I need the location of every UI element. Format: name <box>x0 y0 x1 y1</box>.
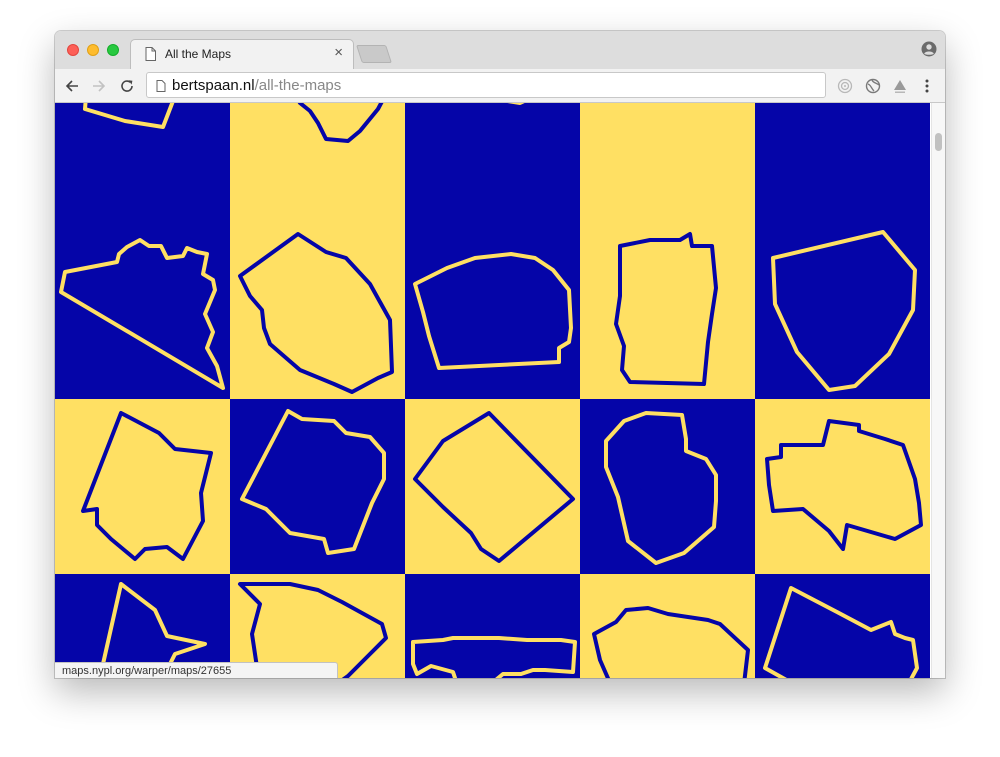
map-outline-icon <box>765 419 923 551</box>
map-outline-icon <box>604 411 718 565</box>
forward-arrow-icon[interactable] <box>90 77 108 95</box>
map-outline-icon <box>592 606 750 678</box>
map-outline-icon <box>413 411 575 563</box>
page-viewport <box>55 103 931 678</box>
map-tile[interactable] <box>405 574 580 678</box>
map-tile[interactable] <box>580 399 755 574</box>
page-info-icon[interactable] <box>156 79 166 97</box>
map-outline-icon <box>580 103 755 224</box>
map-outline-path <box>83 103 175 129</box>
map-tile[interactable] <box>755 399 930 574</box>
target-extension-icon[interactable] <box>836 77 854 95</box>
map-outline-path <box>81 411 213 561</box>
back-arrow-icon[interactable] <box>63 77 81 95</box>
map-outline-icon <box>238 232 394 394</box>
map-outline-path <box>240 409 386 555</box>
tab-title: All the Maps <box>165 47 232 61</box>
map-outline-path <box>411 636 577 678</box>
new-tab-button[interactable] <box>356 45 392 63</box>
map-tile[interactable] <box>230 224 405 399</box>
map-outline-icon <box>413 252 573 370</box>
globe-extension-icon[interactable] <box>864 77 882 95</box>
map-outline-path <box>763 586 919 678</box>
browser-window: All the Maps × bertspaan.nl/all-the-maps <box>55 31 945 678</box>
map-tile[interactable] <box>55 224 230 399</box>
map-outline-icon <box>81 411 213 561</box>
map-outline-icon <box>771 230 917 392</box>
map-outline-icon <box>614 232 718 386</box>
map-tile[interactable] <box>580 574 755 678</box>
status-bar: maps.nypl.org/warper/maps/27655 <box>55 662 338 678</box>
map-outline-icon <box>59 238 225 390</box>
map-outline-icon <box>297 103 384 143</box>
map-outline-path <box>765 419 923 551</box>
map-tile[interactable] <box>405 399 580 574</box>
map-outline-icon <box>83 103 175 129</box>
map-tile[interactable] <box>55 103 230 224</box>
map-tile[interactable] <box>230 399 405 574</box>
reload-icon[interactable] <box>118 77 136 95</box>
map-tile[interactable] <box>230 103 405 224</box>
map-tile[interactable] <box>580 224 755 399</box>
map-tile[interactable] <box>55 399 230 574</box>
map-outline-icon <box>755 103 930 224</box>
map-tile[interactable] <box>405 103 580 224</box>
close-window-button[interactable] <box>67 44 79 56</box>
map-outline-path <box>59 238 225 390</box>
map-outline-path <box>238 232 394 394</box>
zoom-window-button[interactable] <box>107 44 119 56</box>
map-outline-path <box>614 232 718 386</box>
url-path: /all-the-maps <box>254 77 342 94</box>
map-outline-icon <box>763 586 919 678</box>
map-tile[interactable] <box>580 103 755 224</box>
map-outline-path <box>413 252 573 370</box>
url-text[interactable]: bertspaan.nl/all-the-maps <box>172 77 341 94</box>
map-tile[interactable] <box>405 224 580 399</box>
triangle-extension-icon[interactable] <box>891 77 909 95</box>
kebab-menu-icon[interactable] <box>918 77 936 95</box>
map-outline-path <box>604 411 718 565</box>
address-bar[interactable]: bertspaan.nl/all-the-maps <box>146 72 826 98</box>
map-outline-icon <box>411 636 577 678</box>
map-outline-path <box>297 103 384 143</box>
map-tile[interactable] <box>755 574 930 678</box>
map-outline-icon <box>507 103 525 105</box>
active-tab[interactable]: All the Maps × <box>130 39 354 69</box>
profile-icon[interactable] <box>921 41 937 62</box>
browser-toolbar: bertspaan.nl/all-the-maps <box>55 69 945 103</box>
close-icon[interactable]: × <box>334 45 343 61</box>
map-outline-icon <box>240 409 386 555</box>
vertical-scrollbar[interactable] <box>931 103 945 678</box>
map-tile[interactable] <box>755 224 930 399</box>
url-domain: bertspaan.nl <box>172 77 255 94</box>
scrollbar-thumb[interactable] <box>935 133 942 151</box>
minimize-window-button[interactable] <box>87 44 99 56</box>
map-tile[interactable] <box>755 103 930 224</box>
document-icon <box>145 47 156 66</box>
map-outline-path <box>771 230 917 392</box>
map-outline-path <box>413 411 575 563</box>
map-outline-path <box>592 606 750 678</box>
tab-strip: All the Maps × <box>55 31 945 69</box>
